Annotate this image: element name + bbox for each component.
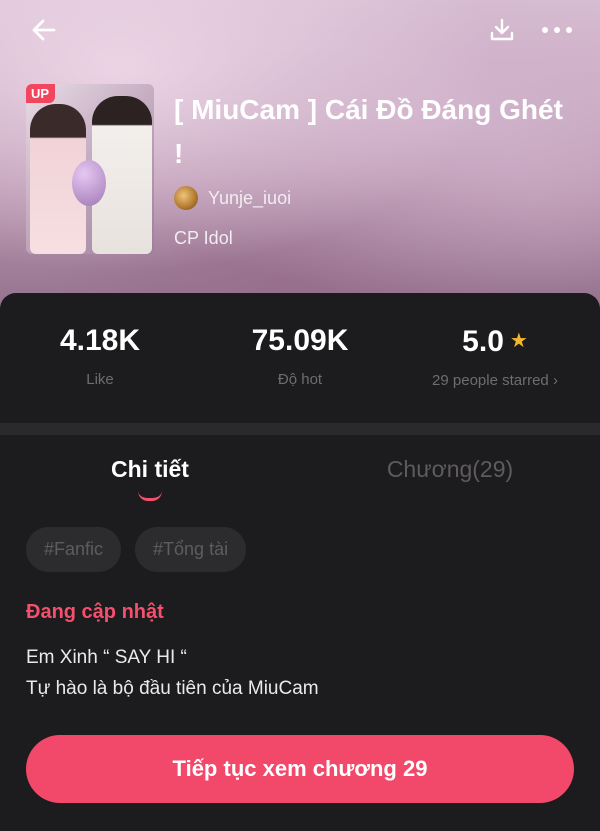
rating-value: 5.0 <box>462 325 504 358</box>
tag-tong-tai[interactable]: #Tổng tài <box>135 527 247 572</box>
download-button[interactable] <box>482 10 522 50</box>
likes-label: Like <box>86 371 114 388</box>
more-options-button[interactable] <box>534 10 580 50</box>
back-button[interactable] <box>22 10 66 50</box>
section-divider <box>0 423 600 435</box>
arrow-left-icon <box>32 19 56 41</box>
top-bar <box>0 0 600 60</box>
avatar <box>174 186 198 210</box>
tab-details[interactable]: Chi tiết <box>100 456 200 483</box>
story-category: CP Idol <box>174 228 233 248</box>
cover-balloon <box>72 160 106 206</box>
active-tab-indicator <box>138 491 162 501</box>
update-badge: UP <box>26 84 56 103</box>
description-line: Tự hào là bộ đầu tiên của MiuCam <box>26 678 319 699</box>
rating-label: 29 people starred <box>432 372 549 389</box>
tab-chapters[interactable]: Chương(29) <box>370 456 530 483</box>
download-icon <box>490 18 514 41</box>
story-title: [ MiuCam ] Cái Đồ Đáng Ghét ! <box>174 94 563 169</box>
hot-label: Độ hot <box>277 371 323 388</box>
tag-list: #Fanfic #Tổng tài <box>26 527 247 572</box>
hot-value: 75.09K <box>251 324 349 357</box>
hot-stat: 75.09K Độ hot <box>240 321 360 388</box>
description-line: Em Xinh “ SAY HI “ <box>26 647 187 668</box>
rating-stat[interactable]: 5.0 ★ 29 people starred › <box>410 321 580 389</box>
chevron-right-icon: › <box>552 372 558 389</box>
continue-reading-button[interactable]: Tiếp tục xem chương 29 <box>26 735 574 803</box>
story-description: Em Xinh “ SAY HI “ Tự hào là bộ đầu tiên… <box>26 642 319 704</box>
update-status: Đang cập nhật <box>26 601 164 623</box>
details-panel: 4.18K Like 75.09K Độ hot 5.0 ★ 29 people … <box>0 293 600 831</box>
likes-stat: 4.18K Like <box>40 321 160 388</box>
story-cover-image[interactable]: UP <box>26 84 154 254</box>
author-link[interactable]: Yunje_iuoi <box>174 186 291 210</box>
story-header-background: UP [ MiuCam ] Cái Đồ Đáng Ghét ! Yunje_i… <box>0 0 600 330</box>
more-dots-icon <box>542 27 572 33</box>
likes-value: 4.18K <box>59 324 141 357</box>
author-name: Yunje_iuoi <box>208 187 292 208</box>
tag-fanfic[interactable]: #Fanfic <box>26 527 122 572</box>
star-icon: ★ <box>509 330 528 352</box>
